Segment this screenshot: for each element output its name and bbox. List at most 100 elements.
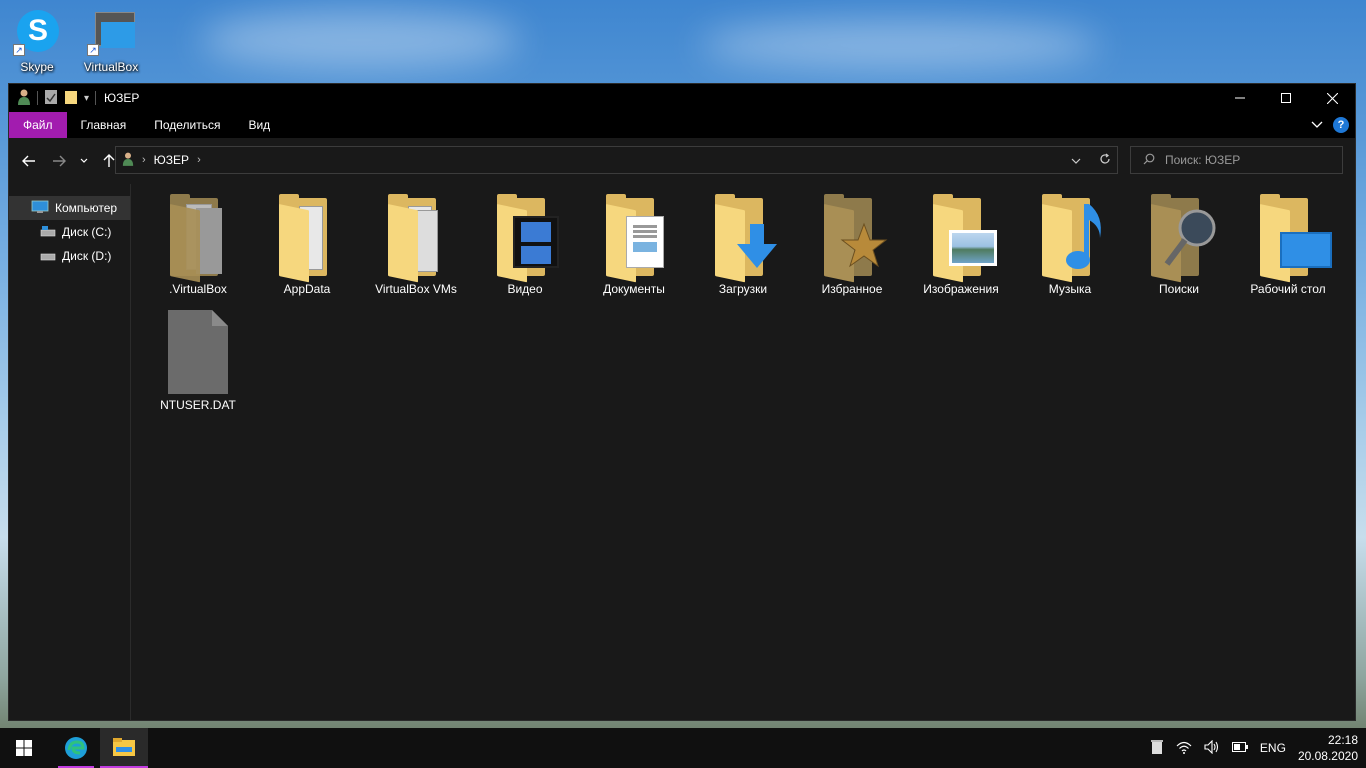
documents-folder-icon [596,194,672,283]
list-item[interactable]: Загрузки [693,194,793,296]
back-button[interactable] [17,149,41,173]
sidebar-item-label: Компьютер [55,201,118,215]
maximize-button[interactable] [1263,84,1309,112]
list-item[interactable]: Рабочий стол [1238,194,1338,296]
list-item[interactable]: AppData [257,194,357,296]
list-item[interactable]: Видео [475,194,575,296]
item-name: Документы [603,282,665,296]
search-placeholder: Поиск: ЮЗЕР [1165,153,1241,167]
search-icon [1143,153,1155,168]
close-button[interactable] [1309,84,1355,112]
navigation-bar: › ЮЗЕР › Поиск: ЮЗЕР [9,138,1355,184]
breadcrumb-chevron-icon[interactable]: › [142,154,146,166]
computer-icon [31,200,49,217]
folder-icon [160,194,236,283]
breadcrumb-chevron-icon[interactable]: › [197,154,201,166]
list-item[interactable]: Поиски [1129,194,1229,296]
address-bar[interactable]: › ЮЗЕР › [115,146,1118,174]
taskbar-explorer-button[interactable] [100,728,148,768]
start-button[interactable] [0,728,48,768]
tab-home[interactable]: Главная [67,112,141,138]
language-indicator[interactable]: ENG [1260,741,1286,755]
wifi-icon[interactable] [1176,740,1192,757]
refresh-icon[interactable] [1099,153,1111,168]
drive-icon [40,249,56,264]
ribbon-tabs: Файл Главная Поделиться Вид ? [9,112,1355,138]
system-tray: ENG 22:18 20.08.2020 [1150,728,1358,768]
forward-button[interactable] [47,149,71,173]
list-item[interactable]: .VirtualBox [148,194,248,296]
minimize-button[interactable] [1217,84,1263,112]
address-history-dropdown-icon[interactable] [1071,153,1081,167]
customize-qat-icon[interactable]: ▾ [84,93,89,104]
sidebar-item-computer[interactable]: Компьютер [9,196,130,220]
edge-icon [65,737,87,759]
windows-logo-icon [16,740,32,756]
item-name: Поиски [1159,282,1199,296]
breadcrumb-user[interactable]: ЮЗЕР [154,153,189,167]
desktop-folder-icon [1250,194,1332,283]
clock-date: 20.08.2020 [1297,749,1358,763]
tab-share[interactable]: Поделиться [140,112,234,138]
separator [95,91,97,105]
user-folder-icon [122,152,134,169]
item-name: Изображения [923,282,999,296]
window-title: ЮЗЕР [104,91,140,105]
list-item[interactable]: NTUSER.DAT [148,310,248,412]
volume-icon[interactable] [1204,739,1220,757]
cloud-decoration [700,20,1100,70]
shortcut-arrow-icon: ↗ [13,44,25,56]
new-folder-icon[interactable] [64,89,78,108]
folder-icon [378,194,454,283]
desktop-icon-virtualbox[interactable]: ↗ VirtualBox [76,8,146,74]
title-bar[interactable]: ▾ ЮЗЕР [9,84,1355,112]
sidebar-item-label: Диск (D:) [62,249,112,263]
clock[interactable]: 22:18 20.08.2020 [1298,732,1358,764]
item-name: Музыка [1048,282,1092,296]
searches-folder-icon [1141,194,1217,283]
cloud-decoration [200,10,520,70]
search-box[interactable]: Поиск: ЮЗЕР [1130,146,1343,174]
virtualbox-icon: ↗ [87,8,135,56]
downloads-folder-icon [705,194,781,283]
item-name: Избранное [821,282,883,296]
ribbon-right: ? [1311,112,1349,138]
file-list: .VirtualBox AppData VirtualBox VMs Видео… [131,184,1355,720]
videos-folder-icon [487,194,563,283]
desktop-icon-label: Skype [20,60,54,74]
item-name: Видео [507,282,543,296]
expand-ribbon-icon[interactable] [1311,118,1323,132]
sidebar-item-drive-d[interactable]: Диск (D:) [9,244,130,268]
properties-icon[interactable] [44,89,58,108]
list-item[interactable]: Музыка [1020,194,1120,296]
clock-time: 22:18 [1327,733,1358,747]
list-item[interactable]: Документы [584,194,684,296]
item-name: .VirtualBox [169,282,227,296]
sidebar-item-drive-c[interactable]: Диск (C:) [9,220,130,244]
sidebar-item-label: Диск (C:) [62,225,112,239]
music-folder-icon [1032,194,1108,283]
favorites-folder-icon [814,194,890,283]
item-name: Рабочий стол [1250,282,1326,296]
item-name: NTUSER.DAT [160,398,236,412]
separator [37,91,38,105]
tab-file[interactable]: Файл [9,112,67,138]
folder-icon [269,194,345,283]
recent-locations-button[interactable] [77,149,91,173]
window-controls [1217,84,1355,112]
taskbar-edge-button[interactable] [52,728,100,768]
taskbar: ENG 22:18 20.08.2020 [0,728,1366,768]
battery-icon[interactable] [1231,741,1248,755]
tab-view[interactable]: Вид [234,112,284,138]
item-name: Загрузки [718,282,768,296]
desktop-icon-skype[interactable]: S ↗ Skype [2,8,72,74]
list-item[interactable]: Избранное [802,194,902,296]
item-name: VirtualBox VMs [375,282,457,296]
help-icon[interactable]: ? [1333,117,1349,133]
recycle-notification-icon[interactable] [1150,739,1164,758]
file-explorer-icon [113,738,135,756]
list-item[interactable]: VirtualBox VMs [366,194,466,296]
list-item[interactable]: Изображения [911,194,1011,296]
user-folder-icon [17,89,31,108]
explorer-window: ▾ ЮЗЕР Файл Главная Поделиться Вид ? › Ю… [8,83,1356,721]
